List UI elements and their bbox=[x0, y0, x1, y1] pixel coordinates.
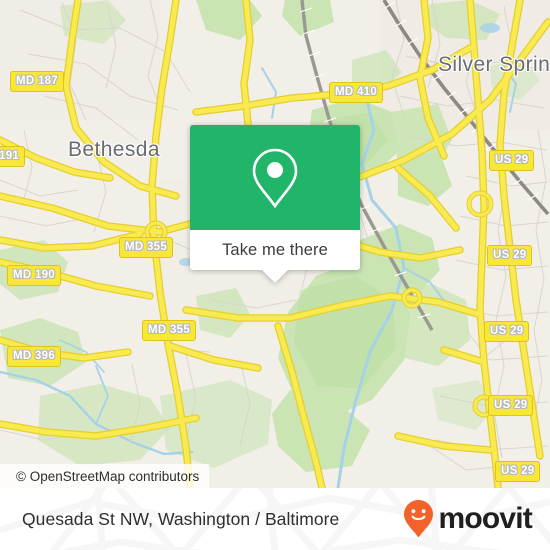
take-me-there-label: Take me there bbox=[222, 240, 328, 259]
road-shield-us-29-5: US 29 bbox=[495, 461, 541, 482]
map-pin-icon bbox=[252, 148, 298, 208]
footer-bar: Quesada St NW, Washington / Baltimore mo… bbox=[0, 488, 550, 550]
map-label-silver-spring: Silver Spring bbox=[438, 53, 550, 76]
moovit-map-screenshot: Bethesda Silver Spring MD 187 MD 410 191… bbox=[0, 0, 550, 550]
road-shield-md-355-2: MD 355 bbox=[142, 320, 197, 341]
callout-tail bbox=[262, 270, 288, 283]
road-shield-md-396: MD 396 bbox=[7, 346, 62, 367]
map-canvas[interactable]: Bethesda Silver Spring MD 187 MD 410 191… bbox=[0, 0, 550, 488]
road-shield-us-29-3: US 29 bbox=[484, 321, 530, 342]
callout-header bbox=[190, 125, 360, 230]
road-shield-md-410: MD 410 bbox=[329, 82, 384, 103]
moovit-brand-logo[interactable]: moovit bbox=[402, 499, 533, 539]
osm-attribution-text: © OpenStreetMap contributors bbox=[16, 468, 200, 484]
road-shield-md-355-1: MD 355 bbox=[119, 237, 174, 258]
road-shield-md-187: MD 187 bbox=[10, 71, 65, 92]
callout-action-bar[interactable]: Take me there bbox=[190, 230, 360, 270]
moovit-pin-smile-icon bbox=[404, 500, 434, 538]
map-label-bethesda: Bethesda bbox=[68, 138, 160, 161]
road-shield-md-191: 191 bbox=[0, 146, 26, 167]
road-shield-us-29-4: US 29 bbox=[488, 395, 534, 416]
location-callout-card[interactable]: Take me there bbox=[190, 125, 360, 283]
moovit-wordmark: moovit bbox=[438, 502, 532, 535]
road-shield-us-29-2: US 29 bbox=[487, 245, 533, 266]
road-shield-md-190: MD 190 bbox=[7, 265, 62, 286]
road-shield-us-29-1: US 29 bbox=[489, 150, 535, 171]
location-title: Quesada St NW, Washington / Baltimore bbox=[22, 508, 340, 529]
osm-attribution[interactable]: © OpenStreetMap contributors bbox=[0, 464, 210, 488]
